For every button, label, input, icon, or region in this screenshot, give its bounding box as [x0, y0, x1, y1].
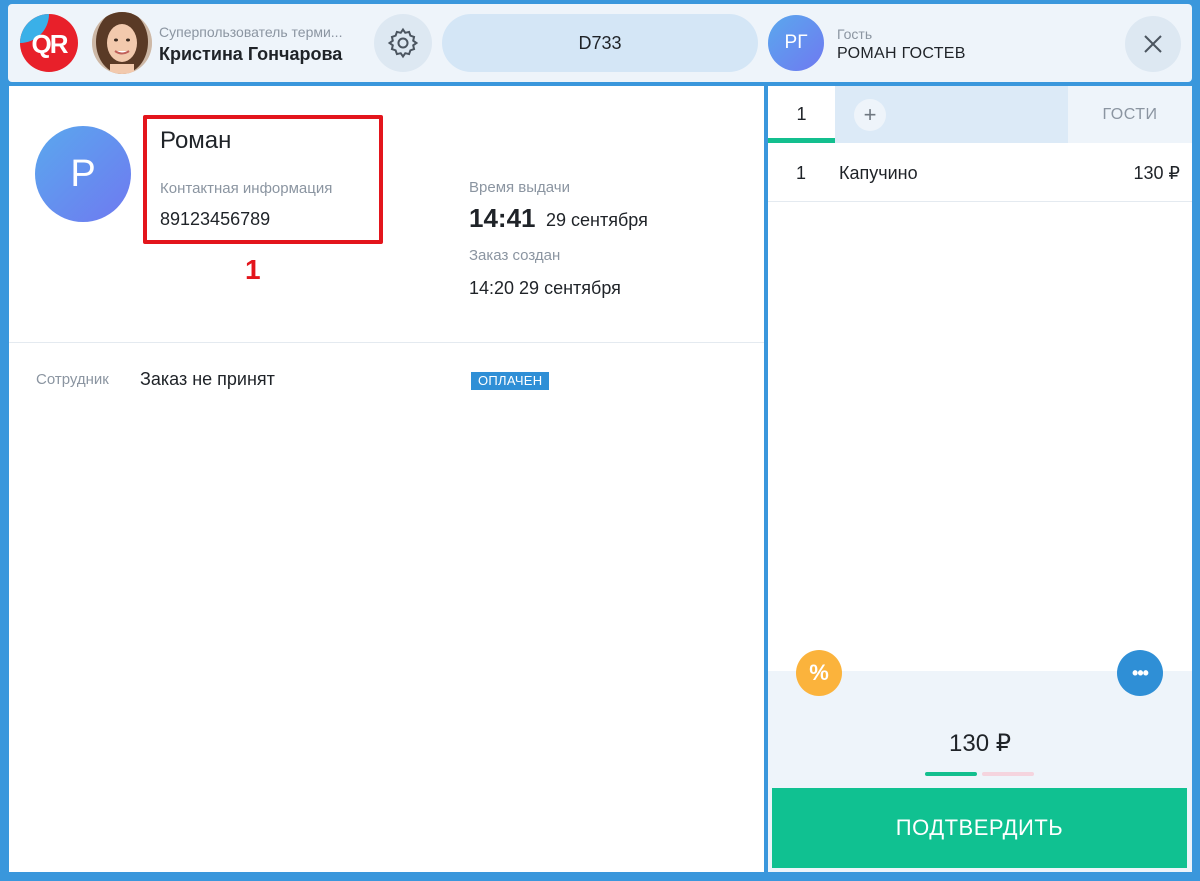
order-details-panel: Р Роман Контактная информация 8912345678… — [9, 86, 764, 872]
gear-icon — [387, 27, 419, 59]
discount-button[interactable]: % — [796, 650, 842, 696]
close-button[interactable] — [1125, 16, 1181, 72]
pickup-time: 14:41 — [469, 203, 536, 233]
settings-button[interactable] — [374, 14, 432, 72]
active-tab-indicator — [768, 138, 835, 143]
app-logo: QR — [20, 14, 78, 72]
guest-label: Гость — [837, 26, 873, 42]
item-name: Капучино — [839, 163, 918, 183]
order-items-panel: 1 + ГОСТИ 1 Капучино 130 ₽ % ••• 130 ₽ П… — [768, 86, 1192, 872]
close-icon — [1144, 35, 1162, 53]
confirm-button[interactable]: ПОДТВЕРДИТЬ — [772, 788, 1187, 868]
order-number-button[interactable]: D733 — [442, 14, 758, 72]
progress-indicator-inactive — [982, 772, 1034, 776]
item-price: 130 ₽ — [1133, 163, 1181, 183]
pickup-date: 29 сентября — [546, 210, 648, 230]
employee-label: Сотрудник — [36, 371, 109, 388]
employee-value: Заказ не принят — [140, 369, 275, 389]
progress-indicator-active — [925, 772, 977, 776]
status-badge: ОПЛАЧЕН — [471, 372, 550, 390]
more-options-button[interactable]: ••• — [1117, 650, 1163, 696]
guest-name[interactable]: РОМАН ГОСТЕВ — [837, 45, 966, 63]
created-value: 14:20 29 сентября — [469, 278, 621, 298]
logo-text: QR — [31, 29, 69, 59]
top-bar: QR Суперпользователь терми... Кристина Г… — [8, 4, 1192, 82]
pickup-label: Время выдачи — [469, 179, 571, 196]
tab-guests[interactable]: ГОСТИ — [1068, 86, 1192, 143]
divider — [9, 342, 764, 343]
tab-order-1[interactable]: 1 — [768, 86, 835, 143]
order-tabs: 1 + ГОСТИ — [768, 86, 1192, 143]
user-role: Суперпользователь терми... — [159, 24, 343, 40]
user-name: Кристина Гончарова — [159, 44, 343, 64]
contact-label: Контактная информация — [160, 180, 333, 197]
customer-name: Роман — [160, 127, 232, 154]
user-avatar[interactable] — [92, 12, 152, 74]
order-item-row[interactable]: 1 Капучино 130 ₽ — [768, 144, 1192, 202]
add-tab-button[interactable]: + — [854, 99, 886, 131]
guest-avatar[interactable]: РГ — [768, 15, 824, 71]
created-label: Заказ создан — [469, 247, 561, 264]
annotation-marker: 1 — [245, 254, 261, 285]
customer-avatar: Р — [35, 126, 131, 222]
contact-phone[interactable]: 89123456789 — [160, 209, 270, 230]
item-quantity: 1 — [796, 163, 807, 183]
order-total: 130 ₽ — [949, 730, 1011, 757]
